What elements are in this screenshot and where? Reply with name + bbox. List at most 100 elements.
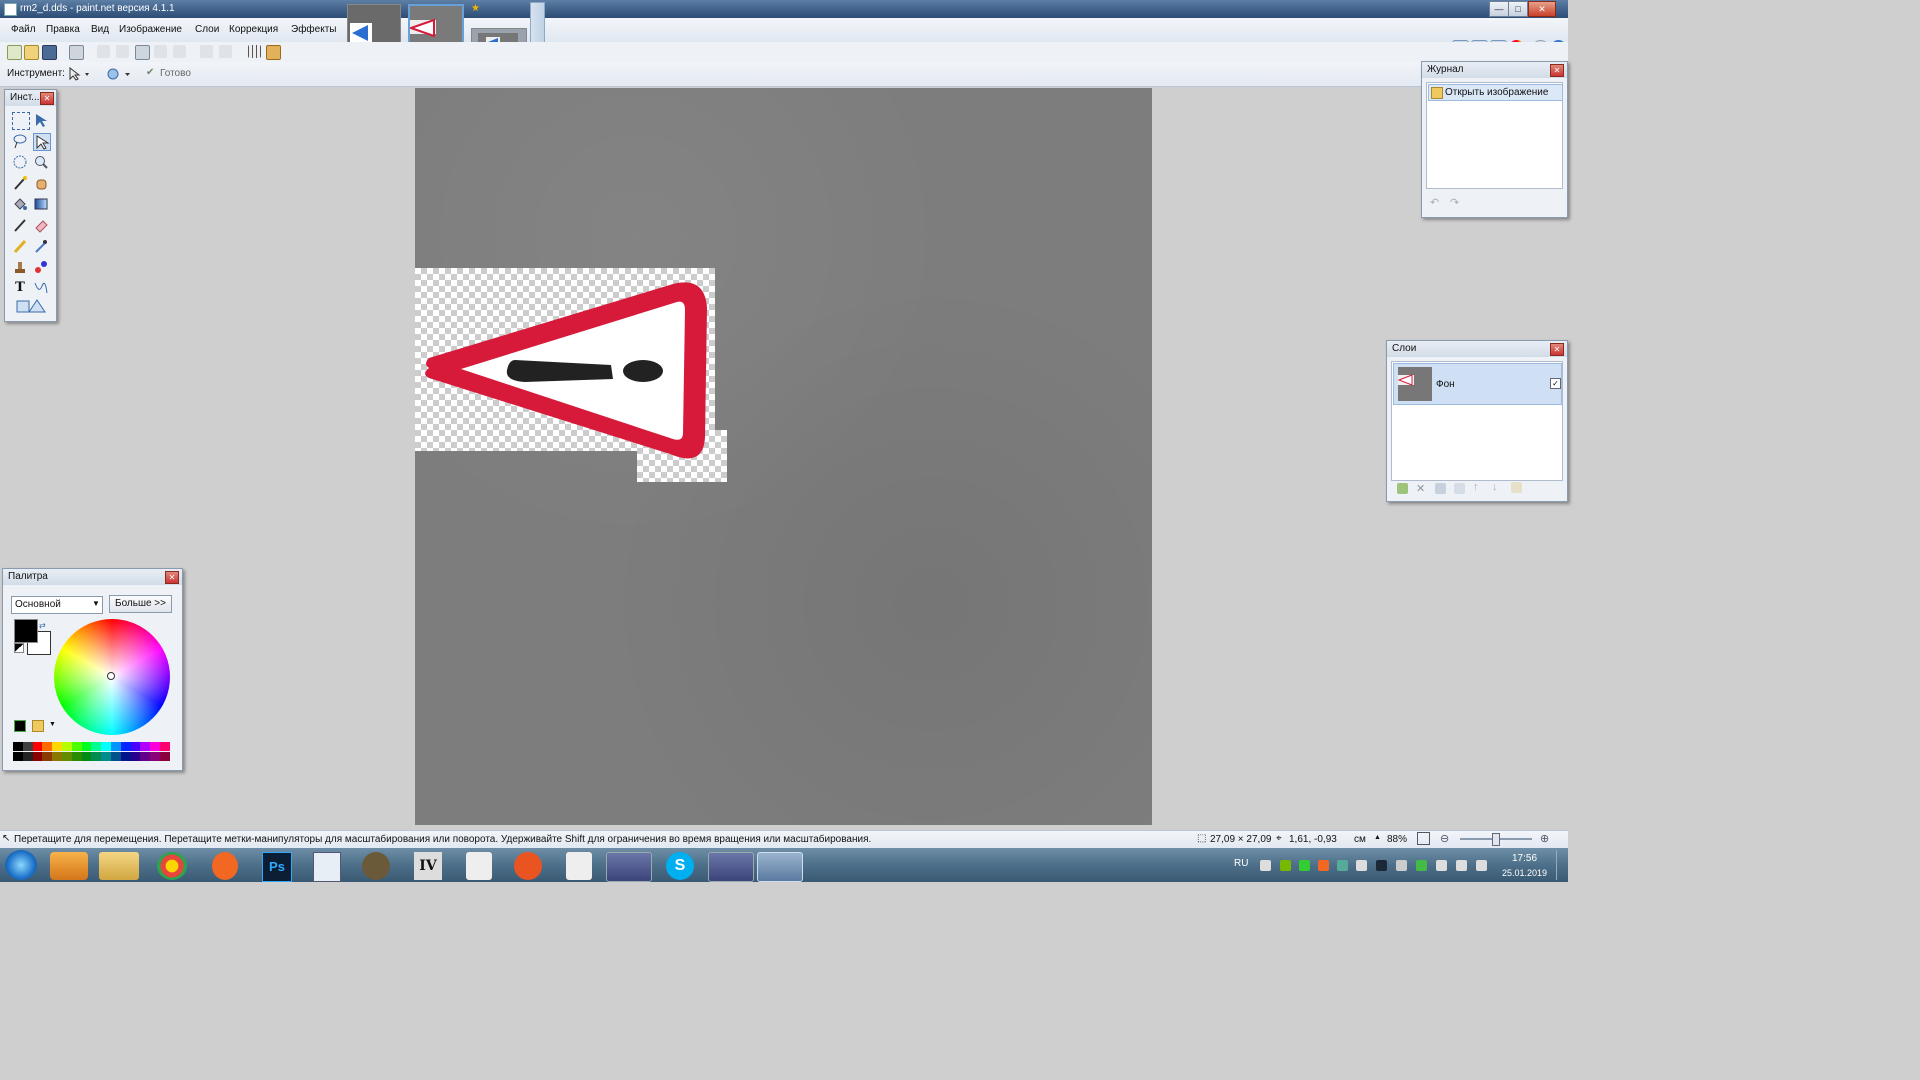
crop-icon[interactable] [154, 45, 167, 58]
menu-file[interactable]: Файл [11, 22, 36, 38]
tools-panel-close-icon[interactable]: ✕ [40, 92, 54, 105]
palette-swatch[interactable] [52, 742, 62, 751]
tray-icon-4[interactable] [1318, 860, 1329, 871]
start-button[interactable] [5, 850, 37, 880]
input-language[interactable]: RU [1234, 858, 1248, 869]
palette-swatch-dark[interactable] [101, 752, 111, 761]
palette-swatch[interactable] [13, 742, 23, 751]
color-swatches[interactable] [13, 742, 171, 762]
palette-swatch-dark[interactable] [42, 752, 53, 761]
text-tool-icon[interactable]: T [12, 280, 28, 296]
menu-layers[interactable]: Слои [195, 22, 219, 38]
media-player-taskbar-icon[interactable] [50, 852, 88, 880]
warning-sign[interactable] [415, 268, 730, 483]
primary-color-swatch[interactable] [14, 619, 38, 643]
duplicate-layer-icon[interactable] [1435, 483, 1446, 494]
redo-icon[interactable] [219, 45, 232, 58]
palette-swatch[interactable] [22, 742, 33, 751]
clock-time[interactable]: 17:56 [1512, 853, 1537, 864]
layer-visibility-checkbox[interactable]: ✓ [1550, 378, 1561, 389]
palette-swatch-dark[interactable] [81, 752, 92, 761]
tray-icon-9[interactable] [1416, 860, 1427, 871]
tray-icon-1[interactable] [1260, 860, 1271, 871]
open-file-icon[interactable] [24, 45, 39, 60]
file-explorer-taskbar-icon[interactable] [99, 852, 139, 880]
recolor-icon[interactable] [33, 259, 49, 275]
line-curve-icon[interactable] [33, 280, 49, 296]
units-selector[interactable]: см [1354, 834, 1366, 845]
tray-icon-3[interactable] [1299, 860, 1310, 871]
origin-taskbar-icon[interactable] [212, 852, 238, 880]
fit-window-icon[interactable] [1417, 832, 1430, 845]
palette-swatch-dark[interactable] [150, 752, 160, 761]
nfs-taskbar-icon[interactable] [466, 852, 492, 880]
done-button[interactable]: Готово [160, 68, 191, 79]
skype-taskbar-icon[interactable]: S [666, 852, 694, 880]
more-colors-button[interactable]: Больше >> [109, 595, 172, 613]
palette-menu-icon[interactable] [32, 720, 44, 732]
palette-swatch-dark[interactable] [140, 752, 151, 761]
rectangle-select-icon[interactable] [12, 112, 30, 130]
copy-icon[interactable] [116, 45, 129, 58]
show-desktop-button[interactable] [1556, 850, 1567, 880]
palette-swatch-dark[interactable] [120, 752, 131, 761]
chrome-taskbar-icon[interactable] [157, 852, 187, 880]
palette-swatch-dark[interactable] [71, 752, 82, 761]
gimp-taskbar-icon[interactable] [362, 852, 390, 880]
palette-swatch[interactable] [160, 742, 170, 751]
maximize-button[interactable]: □ [1508, 1, 1528, 17]
undo-icon[interactable] [200, 45, 213, 58]
menu-adjustments[interactable]: Коррекция [229, 22, 278, 38]
layers-panel-close-icon[interactable]: ✕ [1550, 343, 1564, 356]
move-selected-icon[interactable] [33, 112, 49, 128]
zoom-icon[interactable] [33, 154, 49, 170]
history-panel-close-icon[interactable]: ✕ [1550, 64, 1564, 77]
color-picker-icon[interactable] [33, 238, 49, 254]
palette-swatch[interactable] [111, 742, 121, 751]
volume-icon[interactable] [1456, 860, 1467, 871]
paint-net-active-taskbar-icon[interactable] [757, 852, 803, 882]
move-layer-down-icon[interactable]: ↓ [1492, 481, 1498, 493]
palette-swatch[interactable] [101, 742, 111, 751]
antialias-selector[interactable] [106, 67, 132, 81]
gta-iv-taskbar-icon[interactable]: IV [414, 852, 442, 880]
menu-edit[interactable]: Правка [46, 22, 80, 38]
palette-swatch[interactable] [32, 742, 43, 751]
palette-swatch[interactable] [42, 742, 53, 751]
palette-panel-close-icon[interactable]: ✕ [165, 571, 179, 584]
layer-properties-icon[interactable] [1511, 482, 1522, 493]
palette-swatch-dark[interactable] [111, 752, 121, 761]
palette-swatch[interactable] [150, 742, 160, 751]
palette-swatch-dark[interactable] [160, 752, 170, 761]
zoom-in-icon[interactable]: ⊕ [1540, 832, 1549, 845]
gradient-icon[interactable] [33, 196, 49, 212]
history-redo-icon[interactable]: ↷ [1450, 196, 1459, 209]
zoom-out-icon[interactable]: ⊖ [1440, 832, 1449, 845]
magic-wand-icon[interactable] [12, 175, 28, 191]
obs-taskbar-icon[interactable] [606, 852, 652, 882]
pencil-icon[interactable] [12, 238, 28, 254]
save-icon[interactable] [42, 45, 57, 60]
palette-swatch-dark[interactable] [62, 752, 72, 761]
menu-image[interactable]: Изображение [119, 22, 182, 38]
tray-icon-8[interactable] [1396, 860, 1407, 871]
tool-selector[interactable] [67, 66, 91, 81]
nfs-2-taskbar-icon[interactable] [566, 852, 592, 880]
palette-swatch-dark[interactable] [130, 752, 141, 761]
lasso-select-icon[interactable] [12, 133, 28, 149]
ubuntu-taskbar-icon[interactable] [514, 852, 542, 880]
minimize-button[interactable]: — [1489, 1, 1509, 17]
layer-row[interactable]: Фон ✓ [1393, 363, 1562, 405]
tray-icon-6[interactable] [1356, 860, 1367, 871]
delete-layer-icon[interactable]: ✕ [1416, 482, 1425, 495]
paste-icon[interactable] [135, 45, 150, 60]
swap-colors-icon[interactable]: ⇄ [39, 621, 46, 630]
palette-swatch[interactable] [140, 742, 151, 751]
paint-net-taskbar-icon[interactable] [313, 852, 341, 882]
history-item[interactable]: Открыть изображение [1428, 84, 1563, 101]
new-file-icon[interactable] [7, 45, 22, 60]
paint-bucket-icon[interactable] [12, 196, 28, 212]
move-layer-up-icon[interactable]: ↑ [1473, 481, 1479, 493]
pan-hand-icon[interactable] [33, 175, 49, 191]
zoom-value[interactable]: 88% [1387, 834, 1407, 845]
